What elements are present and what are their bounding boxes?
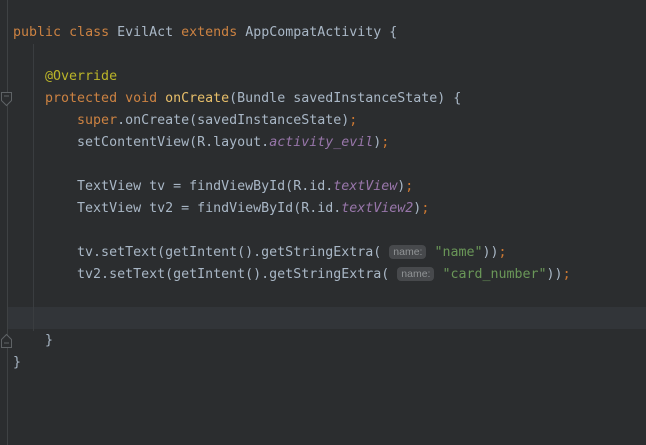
code-editor[interactable]: public class EvilAct extends AppCompatAc… [0,0,646,445]
code-segment: TextView tv2 = findViewById(R.id. [13,201,341,216]
code-line[interactable]: TextView tv = findViewById(R.id.textView… [0,176,646,198]
code-segment: ; [499,245,507,260]
code-line[interactable]: protected void onCreate(Bundle savedInst… [0,88,646,110]
code-segment: "name" [434,245,482,260]
code-segment: } [13,333,53,348]
code-line[interactable]: TextView tv2 = findViewById(R.id.textVie… [0,198,646,220]
code-segment: public [13,25,61,40]
code-segment: class [69,25,109,40]
code-segment: tv.setText(getIntent().getStringExtra( [13,245,389,260]
code-segment: ; [349,113,357,128]
code-segment: ; [563,267,571,282]
code-segment: super [13,113,117,128]
code-line[interactable] [0,44,646,66]
code-line[interactable]: } [0,352,646,374]
code-segment: setContentView(R.layout. [13,135,269,150]
code-segment: )) [547,267,563,282]
code-segment: ; [405,179,413,194]
code-segment: .onCreate(savedInstanceState) [117,113,349,128]
code-line[interactable] [0,154,646,176]
code-line[interactable] [0,308,646,330]
code-lines: public class EvilAct extends AppCompatAc… [0,22,646,374]
code-segment: tv2.setText(getIntent().getStringExtra( [13,267,397,282]
code-segment: } [13,355,21,370]
code-segment: activity_evil [269,135,373,150]
code-segment: ; [421,201,429,216]
code-segment: @Override [13,69,117,84]
code-segment: TextView tv = findViewById(R.id. [13,179,333,194]
code-segment: onCreate [165,91,229,106]
code-segment: EvilAct [109,25,181,40]
code-segment: textView [333,179,397,194]
code-line[interactable]: tv.setText(getIntent().getStringExtra( n… [0,242,646,264]
code-segment: "card_number" [442,267,546,282]
code-line[interactable]: } [0,330,646,352]
code-line[interactable] [0,220,646,242]
code-segment: textView2 [341,201,413,216]
code-segment: protected void [13,91,165,106]
code-line[interactable]: @Override [0,66,646,88]
code-segment: )) [483,245,499,260]
code-line[interactable]: public class EvilAct extends AppCompatAc… [0,22,646,44]
code-line[interactable]: tv2.setText(getIntent().getStringExtra( … [0,264,646,286]
code-segment: ; [381,135,389,150]
parameter-hint-badge[interactable]: name: [389,245,426,259]
code-segment: (Bundle savedInstanceState) { [229,91,461,106]
code-line[interactable]: setContentView(R.layout.activity_evil); [0,132,646,154]
code-line[interactable]: super.onCreate(savedInstanceState); [0,110,646,132]
code-line[interactable] [0,286,646,308]
code-segment: extends [181,25,237,40]
parameter-hint-badge[interactable]: name: [397,267,434,281]
code-segment: AppCompatActivity { [237,25,397,40]
code-segment [61,25,69,40]
